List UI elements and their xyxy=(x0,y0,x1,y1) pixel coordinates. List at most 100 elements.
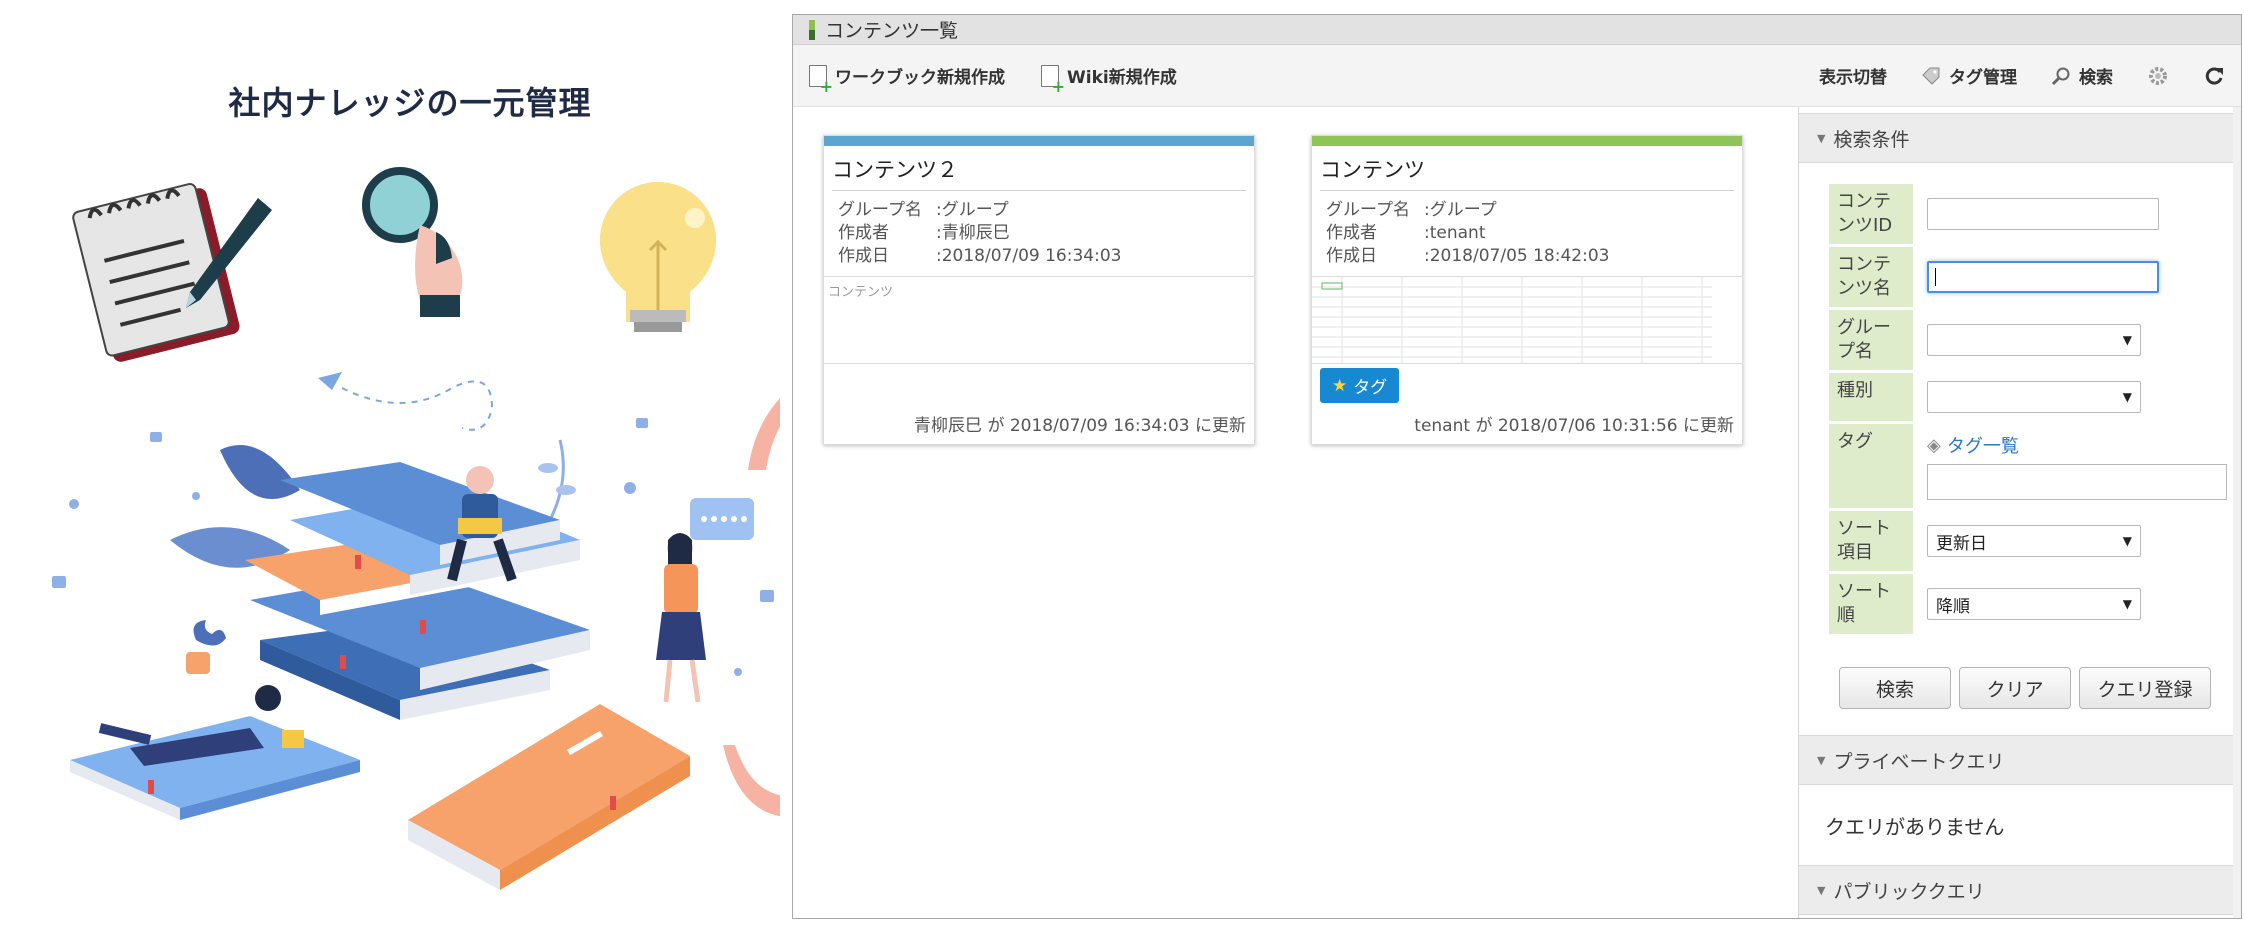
card-preview[interactable] xyxy=(1312,276,1742,364)
app-mark-icon xyxy=(809,19,815,40)
clear-button[interactable]: クリア xyxy=(1959,667,2071,709)
content-list-window: コンテンツ一覧 ワークブック新規作成 Wiki新規作成 表示切替 タグ管理 検索 xyxy=(792,14,2242,919)
magnifier-icon xyxy=(362,167,463,317)
tag-badge-label: タグ xyxy=(1353,378,1388,398)
content-card-area: コンテンツ２ グループ名 :グループ 作成者 :青柳辰巳 作成日 :2018/07/0… xyxy=(793,107,1798,918)
search-toolbar-button[interactable]: 検索 xyxy=(2051,63,2113,88)
collapse-triangle-icon: ▼ xyxy=(1817,753,1826,767)
author-label: 作成者 xyxy=(838,223,889,243)
tag-list-link[interactable]: ◈ タグ一覧 xyxy=(1927,432,2229,458)
search-panel: ▼ 検索条件 コンテンツID コンテンツ名 グループ名 ▼ 種別 ▼ タグ ◈ … xyxy=(1798,107,2241,918)
created-label: 作成日 xyxy=(838,246,889,266)
card-accent-bar xyxy=(824,136,1254,146)
book-stack xyxy=(245,462,590,720)
tag-icon: ◈ xyxy=(1927,434,1941,456)
tag-badge[interactable]: ★ タグ xyxy=(1320,368,1400,403)
card-title[interactable]: コンテンツ２ xyxy=(832,154,1246,191)
search-conditions-header[interactable]: ▼ 検索条件 xyxy=(1799,113,2241,163)
sort-order-label: ソート順 xyxy=(1829,571,1913,637)
spreadsheet-thumbnail xyxy=(1312,277,1712,363)
panel-scrollbar[interactable] xyxy=(2233,107,2241,918)
window-titlebar: コンテンツ一覧 xyxy=(793,15,2241,45)
card-title[interactable]: コンテンツ xyxy=(1320,154,1734,191)
tag-icon xyxy=(1922,67,1940,85)
window-title: コンテンツ一覧 xyxy=(825,20,959,42)
promo-illustration: 社内ナレッジの一元管理 xyxy=(0,0,780,945)
dropdown-arrow-icon: ▼ xyxy=(2122,597,2132,611)
refresh-button[interactable] xyxy=(2203,65,2225,87)
orange-book xyxy=(408,704,690,890)
search-buttons: 検索 クリア クエリ登録 xyxy=(1839,667,2241,709)
content-name-input[interactable] xyxy=(1927,261,2159,293)
sort-item-label: ソート項目 xyxy=(1829,508,1913,574)
search-toolbar-label: 検索 xyxy=(2079,68,2113,88)
type-label: 種別 xyxy=(1829,370,1913,424)
knowledge-illustration xyxy=(52,167,780,890)
author-label: 作成者 xyxy=(1326,223,1377,243)
tag-input[interactable] xyxy=(1927,464,2227,500)
search-button[interactable]: 検索 xyxy=(1839,667,1951,709)
card-updated-info: 青柳辰巳 が 2018/07/09 16:34:03 に更新 xyxy=(914,416,1246,436)
card-meta: グループ名:グループ 作成者:青柳辰巳 作成日:2018/07/09 16:34… xyxy=(824,191,1254,276)
card-meta: グループ名 :グループ 作成者 :tenant 作成日 :2018/07/05 18:… xyxy=(1312,191,1742,276)
private-query-header[interactable]: ▼ プライベートクエリ xyxy=(1799,735,2241,785)
content-card[interactable]: コンテンツ２ グループ名:グループ 作成者:青柳辰巳 作成日:2018/07/0… xyxy=(823,135,1255,445)
type-select[interactable]: ▼ xyxy=(1927,381,2141,413)
created-label: 作成日 xyxy=(1326,246,1377,266)
created-value: :2018/07/05 18:42:03 xyxy=(1424,246,1610,266)
content-card[interactable]: コンテンツ グループ名 :グループ 作成者 :tenant 作成日 :2018/07/… xyxy=(1311,135,1743,445)
new-document-icon xyxy=(1041,64,1065,93)
new-wiki-label: Wiki新規作成 xyxy=(1067,68,1177,88)
settings-button[interactable] xyxy=(2147,65,2169,87)
search-conditions-title: 検索条件 xyxy=(1833,128,1910,151)
private-query-title: プライベートクエリ xyxy=(1833,750,2005,773)
tag-management-label: タグ管理 xyxy=(1949,68,2017,88)
public-query-header[interactable]: ▼ パブリッククエリ xyxy=(1799,865,2241,915)
tag-label: タグ xyxy=(1829,421,1913,511)
tag-list-label: タグ一覧 xyxy=(1946,436,2019,457)
content-id-label: コンテンツID xyxy=(1829,181,1913,247)
group-label: グループ名 xyxy=(838,200,922,220)
new-workbook-label: ワークブック新規作成 xyxy=(835,68,1005,88)
author-value: :tenant xyxy=(1424,223,1486,243)
display-switch-button[interactable]: 表示切替 xyxy=(1819,63,1887,88)
notepad-icon xyxy=(72,182,272,362)
new-wiki-button[interactable]: Wiki新規作成 xyxy=(1041,63,1177,93)
display-switch-label: 表示切替 xyxy=(1819,68,1887,88)
paper-plane-icon xyxy=(318,372,494,431)
sort-item-select[interactable]: 更新日 ▼ xyxy=(1927,525,2141,557)
group-name-label: グループ名 xyxy=(1829,307,1913,373)
new-workbook-button[interactable]: ワークブック新規作成 xyxy=(809,63,1005,93)
search-form: コンテンツID コンテンツ名 グループ名 ▼ 種別 ▼ タグ ◈ タグ一覧 ソー… xyxy=(1829,181,2239,637)
tag-management-button[interactable]: タグ管理 xyxy=(1921,63,2017,88)
search-icon xyxy=(2051,67,2070,85)
dropdown-arrow-icon: ▼ xyxy=(2122,534,2132,548)
gear-icon xyxy=(2149,66,2167,85)
card-accent-bar xyxy=(1312,136,1742,146)
card-preview[interactable]: コンテンツ xyxy=(824,276,1254,364)
star-icon: ★ xyxy=(1332,375,1348,396)
sort-order-select[interactable]: 降順 ▼ xyxy=(1927,588,2141,620)
new-document-icon xyxy=(809,64,833,93)
toolbar: ワークブック新規作成 Wiki新規作成 表示切替 タグ管理 検索 xyxy=(793,45,2241,107)
group-label: グループ名 xyxy=(1326,200,1410,220)
refresh-icon xyxy=(2205,67,2223,85)
public-query-title: パブリッククエリ xyxy=(1833,880,1985,903)
content-id-input[interactable] xyxy=(1927,198,2159,230)
sort-item-value: 更新日 xyxy=(1936,533,1987,554)
card-updated-info: tenant が 2018/07/06 10:31:56 に更新 xyxy=(1414,416,1734,436)
group-name-select[interactable]: ▼ xyxy=(1927,324,2141,356)
group-value: :グループ xyxy=(936,200,1009,220)
author-value: :青柳辰巳 xyxy=(936,223,1010,243)
content-name-label: コンテンツ名 xyxy=(1829,244,1913,310)
register-query-button[interactable]: クエリ登録 xyxy=(2079,667,2211,709)
sort-order-value: 降順 xyxy=(1936,596,1970,617)
collapse-triangle-icon: ▼ xyxy=(1817,131,1826,145)
dropdown-arrow-icon: ▼ xyxy=(2122,333,2132,347)
lightbulb-icon xyxy=(600,182,716,332)
no-query-message: クエリがありません xyxy=(1825,815,2005,839)
preview-text: コンテンツ xyxy=(828,285,894,300)
dropdown-arrow-icon: ▼ xyxy=(2122,390,2132,404)
group-value: :グループ xyxy=(1424,200,1497,220)
collapse-triangle-icon: ▼ xyxy=(1817,883,1826,897)
